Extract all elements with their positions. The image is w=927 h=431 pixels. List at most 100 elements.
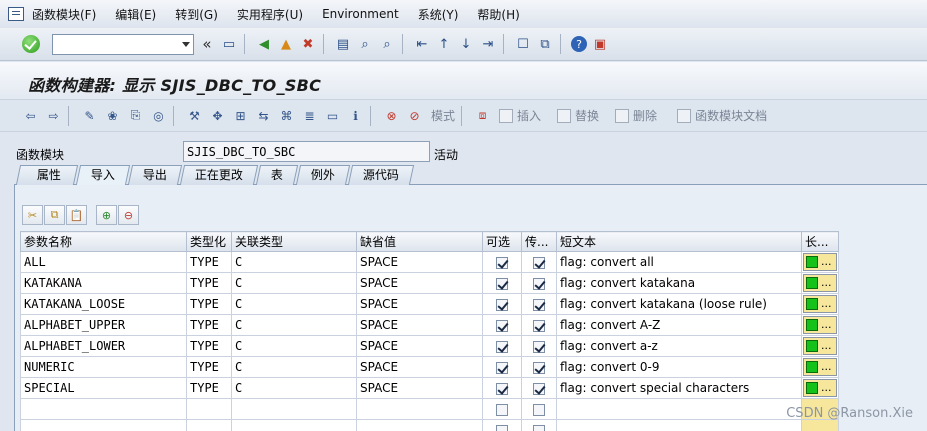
empty-table-row[interactable] bbox=[20, 398, 839, 420]
tab-attributes[interactable]: 属性 bbox=[15, 165, 79, 185]
pass-value-checkbox[interactable] bbox=[533, 382, 545, 395]
long-text-button[interactable]: ... bbox=[803, 358, 837, 376]
typing-cell[interactable]: TYPE bbox=[186, 356, 232, 378]
param-name-cell[interactable]: SPECIAL bbox=[20, 377, 187, 399]
menu-goto[interactable]: 转到(G) bbox=[175, 6, 218, 23]
table-row[interactable]: SPECIAL TYPE C SPACE flag: convert special c… bbox=[20, 377, 839, 399]
back-arrow-icon[interactable]: ⇦ bbox=[22, 107, 39, 124]
breakpoint-icon[interactable]: ⊗ bbox=[383, 107, 400, 124]
optional-checkbox[interactable] bbox=[496, 382, 508, 395]
menu-edit[interactable]: 编辑(E) bbox=[115, 6, 156, 23]
associated-type-cell[interactable]: C bbox=[231, 377, 357, 399]
where-used-icon[interactable]: ✥ bbox=[209, 107, 226, 124]
check-icon[interactable]: ⎘ bbox=[127, 107, 144, 124]
previous-page-icon[interactable]: ↑ bbox=[435, 35, 453, 53]
long-text-button[interactable]: ... bbox=[803, 316, 837, 334]
pass-value-checkbox[interactable] bbox=[533, 340, 545, 353]
short-text-cell[interactable]: flag: convert 0-9 bbox=[556, 356, 802, 378]
menu-function-module[interactable]: 函数模块(F) bbox=[32, 6, 96, 23]
pattern-button[interactable]: 模式 bbox=[431, 107, 455, 124]
stack-icon[interactable]: ≣ bbox=[301, 107, 318, 124]
enter-check-icon[interactable] bbox=[22, 35, 40, 53]
table-row[interactable]: KATAKANA TYPE C SPACE flag: convert katakana… bbox=[20, 272, 839, 294]
column-header[interactable]: 缺省值 bbox=[356, 231, 483, 252]
navigation-icon[interactable]: ⊞ bbox=[232, 107, 249, 124]
menu-environment[interactable]: Environment bbox=[322, 7, 399, 21]
paste-icon[interactable]: 📋 bbox=[66, 205, 87, 225]
long-text-button[interactable]: ... bbox=[803, 253, 837, 271]
help-icon[interactable]: ? bbox=[571, 36, 587, 52]
default-value-cell[interactable]: SPACE bbox=[356, 356, 483, 378]
long-text-button[interactable]: ... bbox=[803, 295, 837, 313]
column-header[interactable]: 关联类型 bbox=[231, 231, 357, 252]
tab-export[interactable]: 导出 bbox=[127, 165, 183, 185]
table-row[interactable]: NUMERIC TYPE C SPACE flag: convert 0-9... bbox=[20, 356, 839, 378]
optional-checkbox[interactable] bbox=[496, 340, 508, 353]
empty-cell[interactable] bbox=[231, 398, 357, 420]
insert-row-icon[interactable]: ⊕ bbox=[96, 205, 117, 225]
empty-cell[interactable] bbox=[231, 419, 357, 431]
empty-checkbox[interactable] bbox=[533, 403, 545, 416]
optional-checkbox[interactable] bbox=[496, 277, 508, 290]
empty-cell[interactable] bbox=[356, 398, 483, 420]
empty-cell[interactable] bbox=[556, 419, 802, 431]
delete-button[interactable]: 删除 bbox=[615, 107, 657, 124]
typing-cell[interactable]: TYPE bbox=[186, 314, 232, 336]
associated-type-cell[interactable]: C bbox=[231, 314, 357, 336]
function-doc-button[interactable]: 函数模块文档 bbox=[677, 107, 767, 124]
short-text-cell[interactable]: flag: convert A-Z bbox=[556, 314, 802, 336]
empty-checkbox[interactable] bbox=[496, 403, 508, 416]
forward-arrow-icon[interactable]: ⇨ bbox=[45, 107, 62, 124]
empty-cell[interactable] bbox=[556, 398, 802, 420]
tab-exceptions[interactable]: 例外 bbox=[295, 165, 351, 185]
short-text-cell[interactable]: flag: convert special characters bbox=[556, 377, 802, 399]
table-row[interactable]: KATAKANA_LOOSE TYPE C SPACE flag: convert ka… bbox=[20, 293, 839, 315]
default-value-cell[interactable]: SPACE bbox=[356, 335, 483, 357]
param-name-cell[interactable]: ALPHABET_UPPER bbox=[20, 314, 187, 336]
table-row[interactable]: ALL TYPE C SPACE flag: convert all... bbox=[20, 251, 839, 273]
long-text-button[interactable]: ... bbox=[803, 379, 837, 397]
menu-help[interactable]: 帮助(H) bbox=[477, 6, 519, 23]
param-name-cell[interactable]: ALL bbox=[20, 251, 187, 273]
save-icon[interactable]: ▭ bbox=[220, 35, 238, 53]
empty-cell[interactable] bbox=[801, 419, 839, 431]
default-value-cell[interactable]: SPACE bbox=[356, 272, 483, 294]
pass-value-checkbox[interactable] bbox=[533, 298, 545, 311]
optional-checkbox[interactable] bbox=[496, 319, 508, 332]
chevron-down-icon[interactable] bbox=[182, 41, 190, 47]
activate-icon[interactable]: ◎ bbox=[150, 107, 167, 124]
empty-cell[interactable] bbox=[186, 419, 232, 431]
table-row[interactable]: ALPHABET_UPPER TYPE C SPACE flag: convert A-… bbox=[20, 314, 839, 336]
empty-table-row[interactable] bbox=[20, 419, 839, 431]
tab-tables[interactable]: 表 bbox=[255, 165, 299, 185]
associated-type-cell[interactable]: C bbox=[231, 335, 357, 357]
column-header[interactable]: 传... bbox=[521, 231, 557, 252]
tab-changing[interactable]: 正在更改 bbox=[179, 165, 259, 185]
associated-type-cell[interactable]: C bbox=[231, 356, 357, 378]
long-text-button[interactable]: ... bbox=[803, 274, 837, 292]
command-field[interactable] bbox=[52, 33, 194, 55]
cut-icon[interactable]: ✂ bbox=[22, 205, 43, 225]
param-name-cell[interactable]: KATAKANA_LOOSE bbox=[20, 293, 187, 315]
object-list-icon[interactable]: ⇆ bbox=[255, 107, 272, 124]
insert-button[interactable]: 插入 bbox=[499, 107, 541, 124]
short-text-cell[interactable]: flag: convert a-z bbox=[556, 335, 802, 357]
typing-cell[interactable]: TYPE bbox=[186, 272, 232, 294]
function-module-field[interactable]: SJIS_DBC_TO_SBC bbox=[183, 141, 430, 162]
typing-cell[interactable]: TYPE bbox=[186, 251, 232, 273]
empty-cell[interactable] bbox=[482, 419, 522, 431]
menu-system[interactable]: 系统(Y) bbox=[418, 6, 459, 23]
command-input[interactable] bbox=[53, 34, 173, 54]
long-text-button[interactable]: ... bbox=[803, 337, 837, 355]
default-value-cell[interactable]: SPACE bbox=[356, 314, 483, 336]
display-change-icon[interactable]: ✎ bbox=[81, 107, 98, 124]
shortcut-icon[interactable]: ⧉ bbox=[536, 35, 554, 53]
column-header[interactable]: 参数名称 bbox=[20, 231, 187, 252]
param-name-cell[interactable]: KATAKANA bbox=[20, 272, 187, 294]
back-icon[interactable]: ◀ bbox=[255, 35, 273, 53]
info-icon[interactable]: ℹ bbox=[347, 107, 364, 124]
empty-cell[interactable] bbox=[482, 398, 522, 420]
empty-cell[interactable] bbox=[186, 398, 232, 420]
table-row[interactable]: ALPHABET_LOWER TYPE C SPACE flag: convert a-… bbox=[20, 335, 839, 357]
optional-checkbox[interactable] bbox=[496, 256, 508, 269]
